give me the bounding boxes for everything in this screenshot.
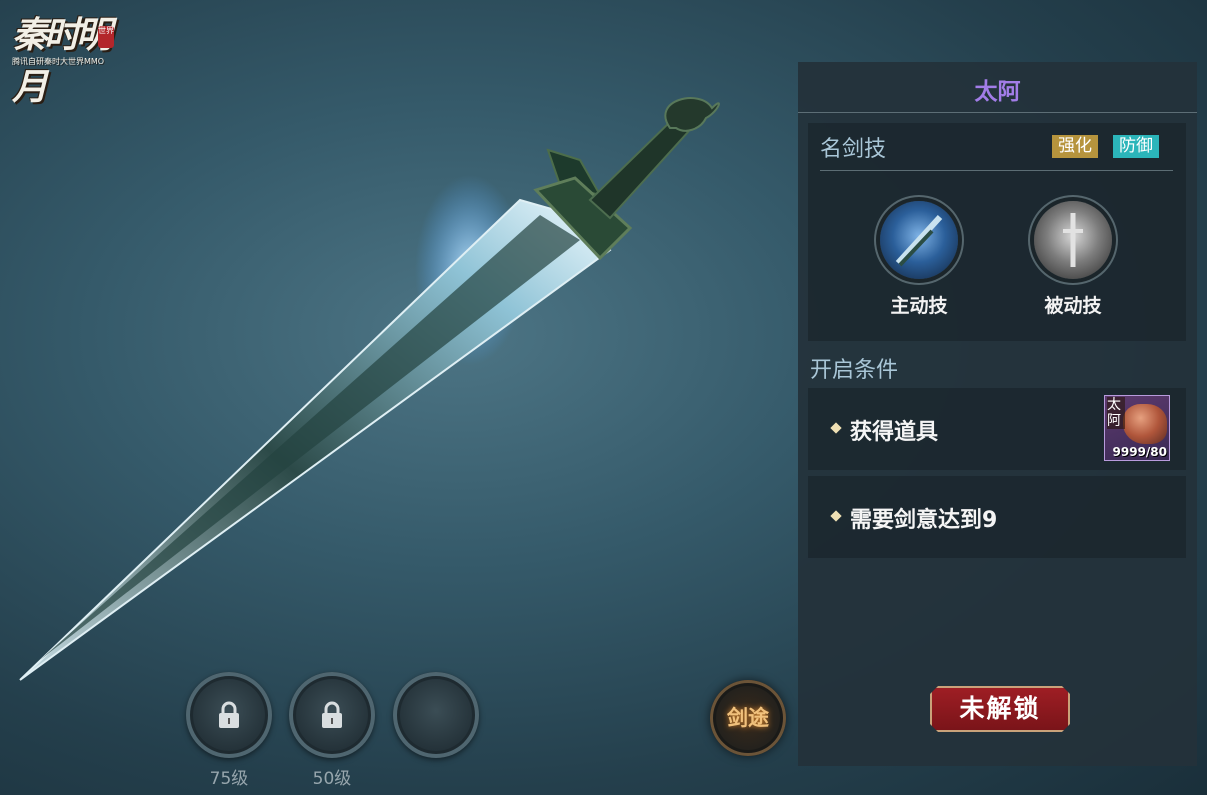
skill-section-title: 名剑技 — [820, 137, 887, 162]
sword-detail-panel: 太阿 名剑技 强化 防御 主动技 被动技 开启条件 获得道具 太阿 9999/8… — [798, 62, 1197, 766]
sword-showcase: 秦时明月 世界 腾讯自研秦时大世界MMO 75级 50级 剑途 — [0, 0, 790, 795]
condition-text: 需要剑意达到9 — [850, 508, 998, 533]
tag-defense: 防御 — [1113, 135, 1159, 158]
item-taia-icon[interactable]: 太阿 9999/80 — [1104, 395, 1170, 461]
level-slot-75[interactable]: 75级 — [186, 672, 272, 789]
divider — [820, 170, 1173, 171]
jiantu-button[interactable]: 剑途 — [710, 680, 786, 756]
level-slot-50[interactable]: 50级 — [289, 672, 375, 789]
panel-header: 太阿 — [798, 62, 1197, 113]
passive-skill[interactable]: 被动技 — [1018, 201, 1128, 318]
lock-icon — [219, 701, 239, 728]
active-skill[interactable]: 主动技 — [864, 201, 974, 318]
logo-subtitle: 腾讯自研秦时大世界MMO — [12, 57, 105, 66]
sword-pommel — [664, 97, 720, 132]
conditions-title: 开启条件 — [810, 358, 899, 383]
diamond-bullet-icon — [830, 510, 842, 522]
condition-sword-intent: 需要剑意达到9 — [808, 476, 1186, 558]
sword-icon — [895, 214, 943, 267]
lock-icon — [322, 701, 342, 728]
slot-level-label: 50级 — [312, 769, 352, 789]
unlock-button[interactable]: 未解锁 — [930, 686, 1070, 732]
sword-grip — [588, 118, 690, 220]
passive-skill-label: 被动技 — [1044, 295, 1102, 317]
item-count: 9999/80 — [1112, 445, 1167, 459]
condition-text: 获得道具 — [850, 420, 939, 445]
sword-illustration — [19, 97, 720, 681]
condition-obtain-item: 获得道具 太阿 9999/80 — [808, 388, 1186, 470]
logo-seal: 世界 — [98, 26, 114, 48]
passive-skill-icon[interactable] — [1034, 201, 1112, 279]
ore-icon — [1123, 404, 1167, 444]
active-skill-icon[interactable] — [880, 201, 958, 279]
empty-slot[interactable] — [393, 672, 479, 758]
item-name: 太阿 — [1107, 397, 1125, 429]
dagger-icon — [1063, 213, 1083, 267]
active-skill-label: 主动技 — [890, 295, 948, 317]
skill-section: 名剑技 强化 防御 主动技 被动技 — [808, 123, 1186, 341]
game-logo: 秦时明月 世界 腾讯自研秦时大世界MMO — [8, 6, 118, 108]
tag-enhance: 强化 — [1052, 135, 1098, 158]
sword-title: 太阿 — [974, 79, 1021, 105]
slot-level-label: 75级 — [209, 769, 249, 789]
diamond-bullet-icon — [830, 422, 842, 434]
